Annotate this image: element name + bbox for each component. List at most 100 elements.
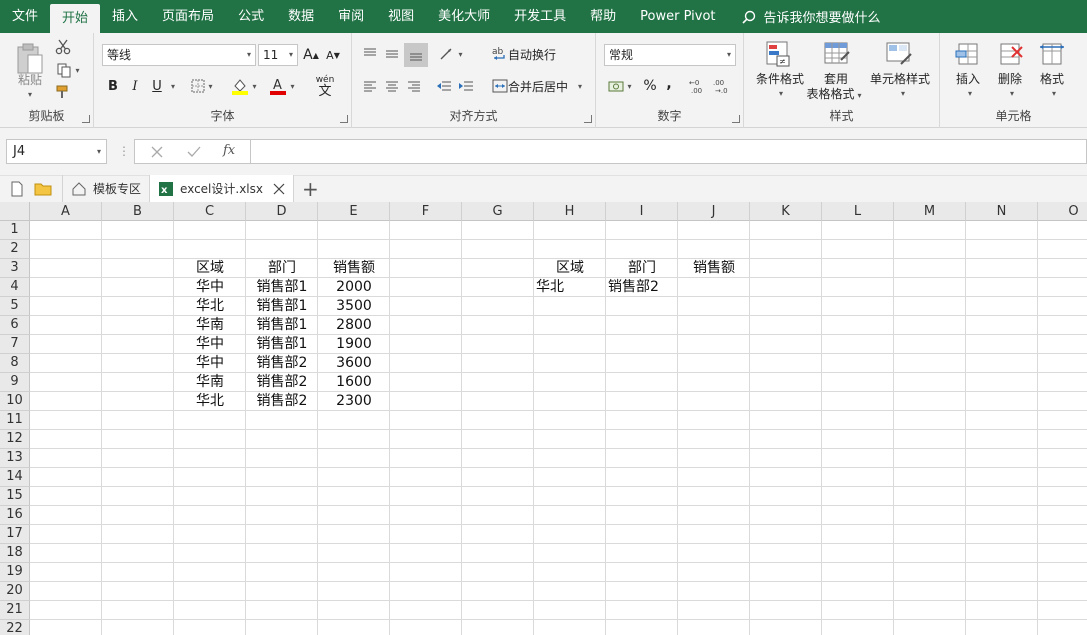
tab-insert[interactable]: 插入 [100, 0, 150, 33]
table1-header-sales[interactable]: 销售额 [318, 259, 390, 278]
row-header[interactable]: 14 [0, 468, 30, 487]
column-header-j[interactable]: J [678, 202, 750, 221]
enter-icon[interactable] [187, 146, 201, 158]
row-header[interactable]: 9 [0, 373, 30, 392]
tab-file[interactable]: 文件 [0, 0, 50, 33]
column-header-e[interactable]: E [318, 202, 390, 221]
table1-cell[interactable]: 华南 [174, 373, 246, 392]
table2-dept-input[interactable]: 销售部2 [608, 278, 678, 297]
row-header[interactable]: 17 [0, 525, 30, 544]
cancel-icon[interactable] [151, 146, 163, 158]
phonetic-button[interactable]: wén 文 [309, 73, 341, 99]
add-tab-icon[interactable]: + [294, 175, 327, 202]
column-header-l[interactable]: L [822, 202, 894, 221]
align-center-icon[interactable] [382, 76, 402, 96]
shrink-font-button[interactable]: A ▼ [324, 45, 342, 65]
format-as-table-button[interactable]: 表格格式 ▾ [802, 87, 866, 103]
fill-color-button[interactable]: ▾ [230, 75, 258, 97]
spreadsheet-grid[interactable]: 22 21 20 19 18 17 16 15 14 13 12 11 10 9 8 7 6 5 4 3 2 1 A B … [0, 202, 1087, 635]
copy-icon[interactable]: ▾ [54, 61, 82, 79]
row-header[interactable]: 3 [0, 259, 30, 278]
percent-button[interactable]: % [640, 76, 660, 96]
row-header[interactable]: 20 [0, 582, 30, 601]
delete-cells-button[interactable]: 删除 [990, 72, 1030, 87]
table2-header-dept[interactable]: 部门 [606, 259, 678, 278]
formula-bar-splitter[interactable]: ⋮ [118, 144, 130, 158]
row-header[interactable]: 4 [0, 278, 30, 297]
insert-cells-icon[interactable] [954, 39, 982, 69]
align-middle-icon[interactable] [382, 44, 402, 64]
select-all-corner[interactable] [0, 202, 30, 221]
table2-region-input[interactable]: 华北 [536, 278, 606, 297]
row-header[interactable]: 15 [0, 487, 30, 506]
row-header[interactable]: 21 [0, 601, 30, 620]
tab-data[interactable]: 数据 [276, 0, 326, 33]
wrap-text-button[interactable]: 自动换行 [508, 45, 564, 63]
column-header-b[interactable]: B [102, 202, 174, 221]
column-header-k[interactable]: K [750, 202, 822, 221]
table1-cell[interactable]: 销售部1 [246, 335, 318, 354]
open-folder-icon[interactable] [30, 175, 62, 202]
row-header[interactable]: 19 [0, 563, 30, 582]
table1-cell[interactable]: 销售部1 [246, 297, 318, 316]
tab-beautify[interactable]: 美化大师 [426, 0, 502, 33]
tab-review[interactable]: 审阅 [326, 0, 376, 33]
column-header-i[interactable]: I [606, 202, 678, 221]
table1-cell[interactable]: 2800 [318, 316, 390, 335]
cell-styles-button[interactable]: 单元格样式 [866, 72, 934, 87]
decrease-indent-icon[interactable] [434, 76, 454, 96]
table1-cell[interactable]: 华中 [174, 354, 246, 373]
clipboard-launcher-icon[interactable] [82, 115, 90, 123]
wrap-text-icon[interactable]: ab [490, 43, 510, 65]
border-button[interactable]: ▾ [189, 76, 215, 96]
row-header[interactable]: 5 [0, 297, 30, 316]
underline-button[interactable]: U [148, 76, 166, 96]
row-header[interactable]: 2 [0, 240, 30, 259]
insert-cells-button[interactable]: 插入 [948, 72, 988, 87]
grow-font-button[interactable]: A ▲ [302, 45, 320, 65]
format-dropdown-icon[interactable]: ▾ [1052, 89, 1056, 98]
increase-decimal-icon[interactable]: ←0.00 [688, 76, 710, 96]
column-header-a[interactable]: A [30, 202, 102, 221]
table1-cell[interactable]: 1900 [318, 335, 390, 354]
row-header[interactable]: 7 [0, 335, 30, 354]
table1-cell[interactable]: 销售部1 [246, 278, 318, 297]
formula-input[interactable] [251, 139, 1087, 164]
table1-cell[interactable]: 销售部2 [246, 354, 318, 373]
font-launcher-icon[interactable] [340, 115, 348, 123]
align-top-icon[interactable] [360, 44, 380, 64]
merge-center-icon[interactable] [490, 76, 510, 96]
tab-help[interactable]: 帮助 [578, 0, 628, 33]
align-bottom-icon[interactable] [404, 43, 428, 67]
row-header[interactable]: 6 [0, 316, 30, 335]
conditional-format-button[interactable]: 条件格式 [750, 72, 810, 87]
table1-cell[interactable]: 销售部2 [246, 392, 318, 411]
decrease-decimal-icon[interactable]: .00 →.0 [712, 76, 734, 96]
row-header[interactable]: 18 [0, 544, 30, 563]
row-header[interactable]: 13 [0, 449, 30, 468]
tab-page-layout[interactable]: 页面布局 [150, 0, 226, 33]
align-right-icon[interactable] [404, 76, 424, 96]
orientation-icon[interactable]: ▾ [436, 44, 466, 64]
table1-cell[interactable]: 华北 [174, 392, 246, 411]
cut-icon[interactable] [54, 38, 72, 56]
row-header[interactable]: 22 [0, 620, 30, 635]
table1-cell[interactable]: 华中 [174, 335, 246, 354]
new-document-icon[interactable] [0, 175, 30, 202]
font-size-combo[interactable]: 11 ▾ [258, 44, 298, 66]
row-header[interactable]: 8 [0, 354, 30, 373]
column-header-f[interactable]: F [390, 202, 462, 221]
table2-sales-result[interactable] [678, 278, 750, 297]
merge-center-button[interactable]: 合并后居中 ▾ [508, 77, 588, 95]
row-header[interactable]: 11 [0, 411, 30, 430]
format-cells-button[interactable]: 格式 [1032, 72, 1072, 87]
paste-dropdown-icon[interactable]: ▾ [28, 90, 32, 99]
column-header-n[interactable]: N [966, 202, 1038, 221]
column-header-h[interactable]: H [534, 202, 606, 221]
format-painter-icon[interactable] [54, 83, 72, 101]
column-header-c[interactable]: C [174, 202, 246, 221]
column-header-g[interactable]: G [462, 202, 534, 221]
row-header[interactable]: 12 [0, 430, 30, 449]
tab-developer[interactable]: 开发工具 [502, 0, 578, 33]
accounting-format-icon[interactable]: ▾ [604, 76, 636, 96]
